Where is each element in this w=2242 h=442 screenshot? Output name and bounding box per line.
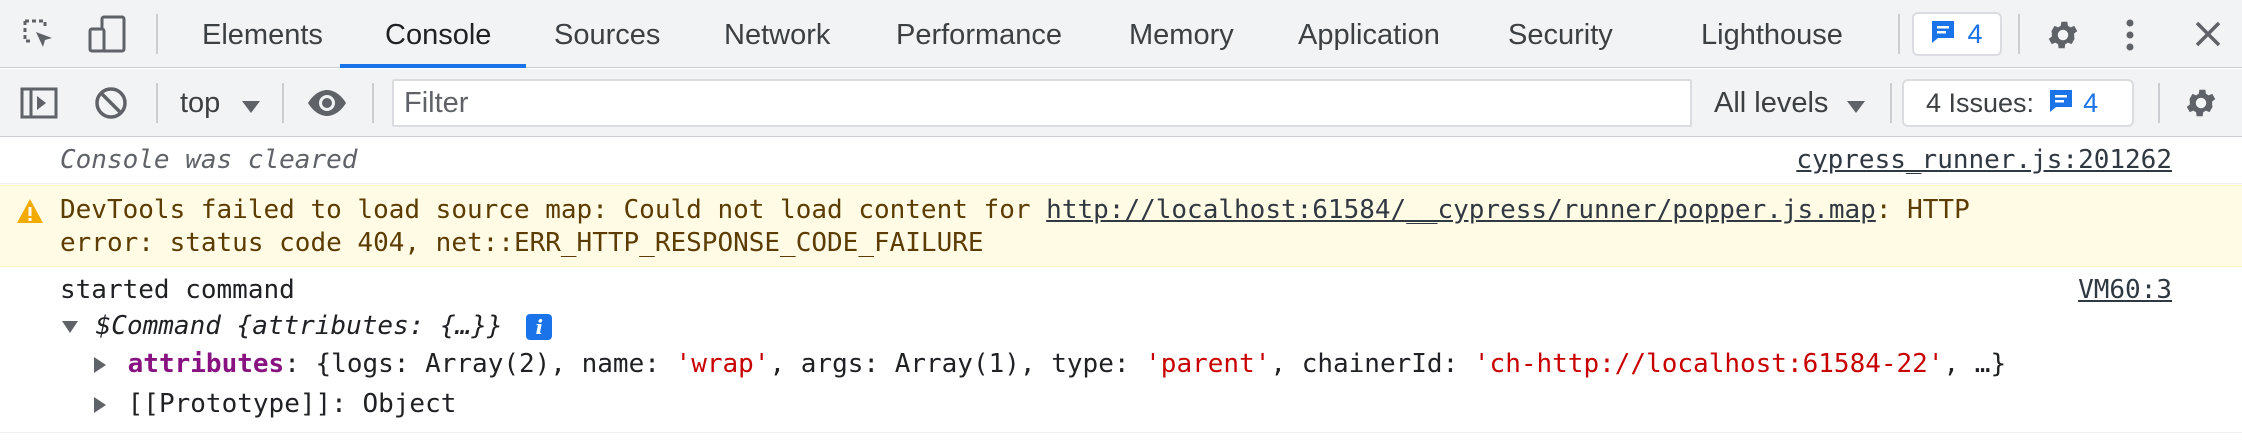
- device-toolbar-icon[interactable]: [88, 15, 128, 58]
- source-link[interactable]: VM60:3: [2078, 274, 2172, 307]
- context-value: top: [180, 87, 221, 119]
- console-toolbar: top All levels 4 Issues: 4: [0, 69, 2242, 137]
- warning-text: DevTools failed to load source map: Coul…: [60, 194, 1970, 227]
- log-message: started command: [60, 275, 295, 305]
- active-tab-indicator: [340, 64, 526, 68]
- attributes-preview-close: , …}: [1943, 349, 2007, 379]
- divider: [282, 83, 284, 123]
- tab-memory[interactable]: Memory: [1129, 0, 1234, 68]
- issues-counter-button[interactable]: 4 Issues: 4: [1902, 79, 2134, 127]
- console-settings-gear-icon[interactable]: [2183, 85, 2219, 126]
- log-levels-label: All levels: [1714, 87, 1829, 119]
- divider: [156, 83, 158, 123]
- attributes-preview-mid2: , chainerId:: [1270, 349, 1474, 379]
- attributes-property[interactable]: attributes: {logs: Array(2), name: 'wrap…: [94, 348, 2006, 381]
- message-icon: [1930, 16, 1956, 56]
- expand-arrow-right-icon[interactable]: [94, 396, 106, 413]
- prototype-property[interactable]: [[Prototype]]: Object: [94, 388, 456, 421]
- tab-lighthouse[interactable]: Lighthouse: [1701, 0, 1843, 68]
- expand-arrow-down-icon[interactable]: [62, 320, 78, 333]
- expand-arrow-right-icon[interactable]: [94, 356, 106, 373]
- type-value: 'parent': [1145, 349, 1271, 379]
- source-map-link[interactable]: http://localhost:61584/__cypress/runner/…: [1046, 195, 1876, 225]
- devtools-tabbar: Elements Console Sources Network Perform…: [0, 0, 2242, 68]
- divider: [372, 83, 374, 123]
- dropdown-arrow-icon: [242, 70, 261, 138]
- attributes-key: attributes: [127, 349, 285, 379]
- log-levels-dropdown[interactable]: All levels: [1714, 69, 1865, 137]
- dropdown-arrow-icon: [1846, 70, 1865, 138]
- inspect-element-icon[interactable]: [22, 18, 56, 57]
- prototype-text: [[Prototype]]: Object: [127, 389, 457, 419]
- divider: [2158, 83, 2160, 123]
- sidebar-toggle-icon[interactable]: [20, 87, 58, 124]
- warning-text-line2: error: status code 404, net::ERR_HTTP_RE…: [60, 228, 984, 258]
- issues-count: 4: [2083, 88, 2099, 118]
- tab-application[interactable]: Application: [1298, 0, 1440, 68]
- more-options-icon[interactable]: [2122, 18, 2138, 57]
- info-icon[interactable]: i: [526, 313, 553, 340]
- divider: [2018, 14, 2020, 54]
- console-message-log: started command VM60:3 $Command {attribu…: [0, 268, 2242, 433]
- live-expression-eye-icon[interactable]: [306, 89, 348, 122]
- warning-suffix: : HTTP: [1875, 195, 1970, 225]
- warning-prefix: DevTools failed to load source map: Coul…: [60, 195, 1047, 225]
- tab-security[interactable]: Security: [1508, 0, 1613, 68]
- tab-network[interactable]: Network: [724, 0, 830, 68]
- console-message-warning: DevTools failed to load source map: Coul…: [0, 185, 2242, 267]
- attributes-preview-open: : {logs: Array(2), name:: [284, 349, 676, 379]
- close-icon[interactable]: [2194, 20, 2222, 53]
- name-value: 'wrap': [675, 349, 770, 379]
- warning-icon: [16, 198, 44, 233]
- issues-badge-count: 4: [1967, 19, 1983, 49]
- chainer-id-value: 'ch-http://localhost:61584-22': [1473, 349, 1944, 379]
- cleared-message: Console was cleared: [60, 145, 358, 175]
- divider: [1898, 14, 1900, 54]
- command-object[interactable]: $Command {attributes: {…}} i: [62, 310, 553, 343]
- console-message-cleared: Console was cleared cypress_runner.js:20…: [0, 138, 2242, 184]
- tab-performance[interactable]: Performance: [896, 0, 1062, 68]
- issues-badge[interactable]: 4: [1912, 12, 2002, 56]
- issues-label: 4 Issues:: [1926, 88, 2035, 118]
- message-icon: [2048, 83, 2074, 127]
- tab-elements[interactable]: Elements: [202, 0, 323, 68]
- divider: [156, 14, 158, 54]
- context-selector[interactable]: top: [180, 69, 261, 138]
- source-link[interactable]: cypress_runner.js:201262: [1796, 144, 2172, 177]
- clear-console-icon[interactable]: [93, 85, 129, 126]
- filter-input[interactable]: [392, 79, 1692, 127]
- settings-gear-icon[interactable]: [2045, 17, 2081, 58]
- attributes-preview-mid1: , args: Array(1), type:: [769, 349, 1146, 379]
- tab-sources[interactable]: Sources: [554, 0, 660, 68]
- divider: [1890, 83, 1892, 123]
- tab-console[interactable]: Console: [385, 0, 491, 68]
- command-object-label: $Command {attributes: {…}}: [95, 311, 503, 341]
